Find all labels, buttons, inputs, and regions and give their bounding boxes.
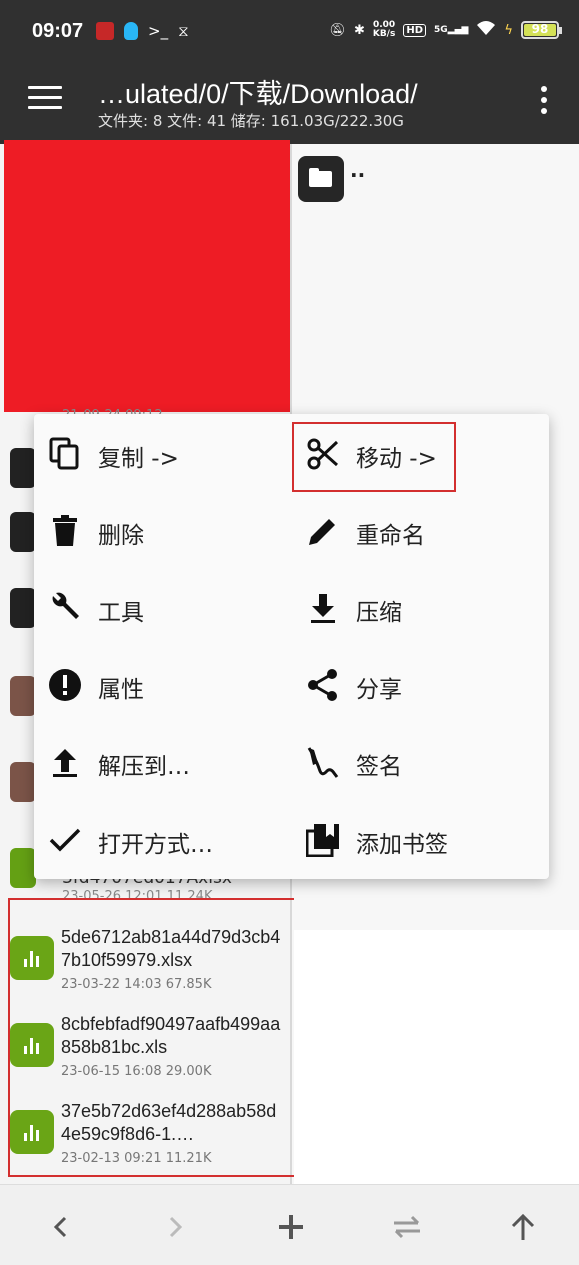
info-icon bbox=[48, 668, 82, 702]
menu-item-tools[interactable]: 工具 bbox=[34, 578, 284, 638]
menu-item-copy[interactable]: 复制 -> bbox=[34, 424, 284, 484]
folder-icon[interactable] bbox=[10, 588, 36, 628]
mute-bell-icon: 🔕︎ bbox=[329, 22, 346, 38]
menu-item-label: 复制 -> bbox=[98, 446, 179, 472]
menu-item-label: 解压到… bbox=[98, 754, 190, 780]
status-bar: 09:07 >_ ⧖ 🔕︎ ✱ 0.00 KB/s HD 5G▂▄▆ ϟ 98 bbox=[0, 0, 579, 62]
menu-item-label: 打开方式… bbox=[98, 832, 213, 858]
wifi-icon bbox=[476, 20, 496, 40]
forward-icon[interactable] bbox=[156, 1207, 196, 1247]
folder-icon[interactable] bbox=[10, 512, 36, 552]
menu-item-label: 工具 bbox=[98, 600, 144, 626]
signature-icon bbox=[306, 745, 340, 779]
menu-item-rename[interactable]: 重命名 bbox=[292, 501, 542, 561]
back-icon[interactable] bbox=[40, 1207, 80, 1247]
copy-icon bbox=[48, 437, 82, 471]
signal-label: 5G bbox=[434, 25, 448, 35]
bottom-navigation bbox=[0, 1184, 579, 1265]
parent-folder-icon[interactable] bbox=[298, 156, 344, 202]
wrench-icon bbox=[48, 591, 82, 625]
menu-item-properties[interactable]: 属性 bbox=[34, 655, 284, 715]
hourglass-icon: ⧖ bbox=[178, 22, 189, 40]
move-highlight-box bbox=[292, 422, 456, 492]
app-notification-icon bbox=[96, 22, 114, 40]
network-speed-unit: KB/s bbox=[372, 29, 396, 39]
menu-item-delete[interactable]: 删除 bbox=[34, 501, 284, 561]
charging-icon: ϟ bbox=[504, 22, 513, 38]
menu-item-label: 分享 bbox=[356, 677, 402, 703]
more-options-icon[interactable] bbox=[541, 86, 549, 116]
menu-icon[interactable] bbox=[28, 86, 62, 114]
menu-item-add-bookmark[interactable]: 添加书签 bbox=[292, 810, 542, 870]
share-icon bbox=[306, 668, 340, 702]
folder-icon[interactable] bbox=[10, 448, 36, 488]
menu-item-open-with[interactable]: 打开方式… bbox=[34, 810, 284, 870]
status-time: 09:07 bbox=[32, 20, 84, 42]
storage-stats: 文件夹: 8 文件: 41 储存: 161.03G/222.30G bbox=[98, 112, 404, 130]
status-right-icons: 🔕︎ ✱ 0.00 KB/s HD 5G▂▄▆ ϟ 98 bbox=[329, 20, 562, 40]
menu-item-label: 删除 bbox=[98, 523, 144, 549]
menu-item-share[interactable]: 分享 bbox=[292, 655, 542, 715]
archive-icon[interactable] bbox=[10, 762, 36, 802]
spreadsheet-icon[interactable] bbox=[10, 848, 36, 888]
download-icon bbox=[306, 591, 340, 625]
archive-icon[interactable] bbox=[10, 676, 36, 716]
menu-item-label: 属性 bbox=[98, 677, 144, 703]
pencil-icon bbox=[306, 514, 340, 548]
app-toolbar: …ulated/0/下载/Download/ 文件夹: 8 文件: 41 储存:… bbox=[0, 62, 579, 144]
up-icon[interactable] bbox=[503, 1207, 543, 1247]
qq-icon bbox=[124, 22, 138, 40]
upload-icon bbox=[48, 745, 82, 779]
menu-item-extract[interactable]: 解压到… bbox=[34, 732, 284, 792]
bookmark-icon bbox=[306, 823, 340, 857]
menu-item-compress[interactable]: 压缩 bbox=[292, 578, 542, 638]
files-highlight-box bbox=[8, 898, 296, 1177]
battery-icon: 98 bbox=[521, 21, 562, 39]
check-icon bbox=[48, 823, 82, 857]
menu-item-label: 签名 bbox=[356, 754, 402, 780]
swap-icon[interactable] bbox=[387, 1207, 427, 1247]
signal-icon: 5G▂▄▆ bbox=[434, 25, 469, 35]
menu-item-label: 重命名 bbox=[356, 523, 425, 549]
menu-item-label: 压缩 bbox=[356, 600, 402, 626]
status-left-icons: >_ ⧖ bbox=[96, 22, 189, 40]
right-pane-empty-area bbox=[294, 930, 579, 1184]
current-path[interactable]: …ulated/0/下载/Download/ bbox=[98, 72, 418, 111]
add-icon[interactable] bbox=[271, 1207, 311, 1247]
menu-item-sign[interactable]: 签名 bbox=[292, 732, 542, 792]
parent-folder-label[interactable]: .. bbox=[350, 158, 365, 182]
network-speed: 0.00 KB/s bbox=[373, 21, 395, 39]
hd-icon: HD bbox=[403, 23, 426, 37]
bluetooth-icon: ✱ bbox=[353, 22, 365, 38]
battery-level: 98 bbox=[531, 22, 549, 36]
trash-icon bbox=[48, 514, 82, 548]
terminal-icon: >_ bbox=[148, 22, 169, 40]
menu-item-label: 添加书签 bbox=[356, 832, 448, 858]
redaction-block bbox=[4, 140, 290, 412]
